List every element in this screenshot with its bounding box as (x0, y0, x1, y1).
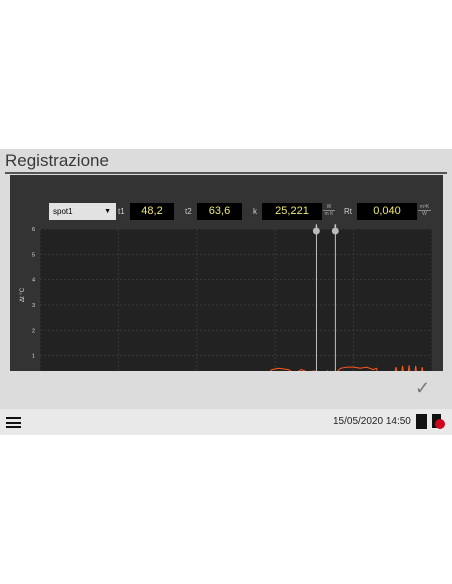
y-tick-label: 5 (32, 252, 35, 258)
datetime: 15/05/2020 14:50 (333, 416, 411, 427)
y-tick-label: 6 (32, 227, 35, 233)
cursor-label: 2 (334, 223, 337, 228)
temperature-chart[interactable]: 0123456 00:0100:0300:0900:3001:3504:59 Δ… (10, 175, 443, 371)
y-axis-label: Δt °C (20, 287, 26, 302)
plot-area (40, 229, 432, 371)
record-icon (432, 414, 445, 429)
screen: Registrazione spot1 ▼ t1 48,2 t2 63,6 k … (0, 149, 452, 435)
cursor-label: 1 (315, 223, 318, 228)
y-tick-label: 1 (32, 354, 35, 360)
recording-panel: spot1 ▼ t1 48,2 t2 63,6 k 25,221 W m K R… (10, 175, 443, 371)
sd-card-icon (416, 414, 427, 429)
check-icon[interactable]: ✓ (415, 378, 430, 399)
y-tick-label: 4 (32, 278, 35, 284)
bottom-bar: 15/05/2020 14:50 (0, 409, 452, 435)
title-divider (5, 172, 447, 174)
hamburger-icon[interactable] (6, 417, 21, 428)
y-tick-label: 3 (32, 303, 35, 309)
cursor-handle (331, 227, 339, 235)
cursor-handle (312, 227, 320, 235)
page-title: Registrazione (5, 151, 109, 170)
y-tick-label: 2 (32, 328, 35, 334)
